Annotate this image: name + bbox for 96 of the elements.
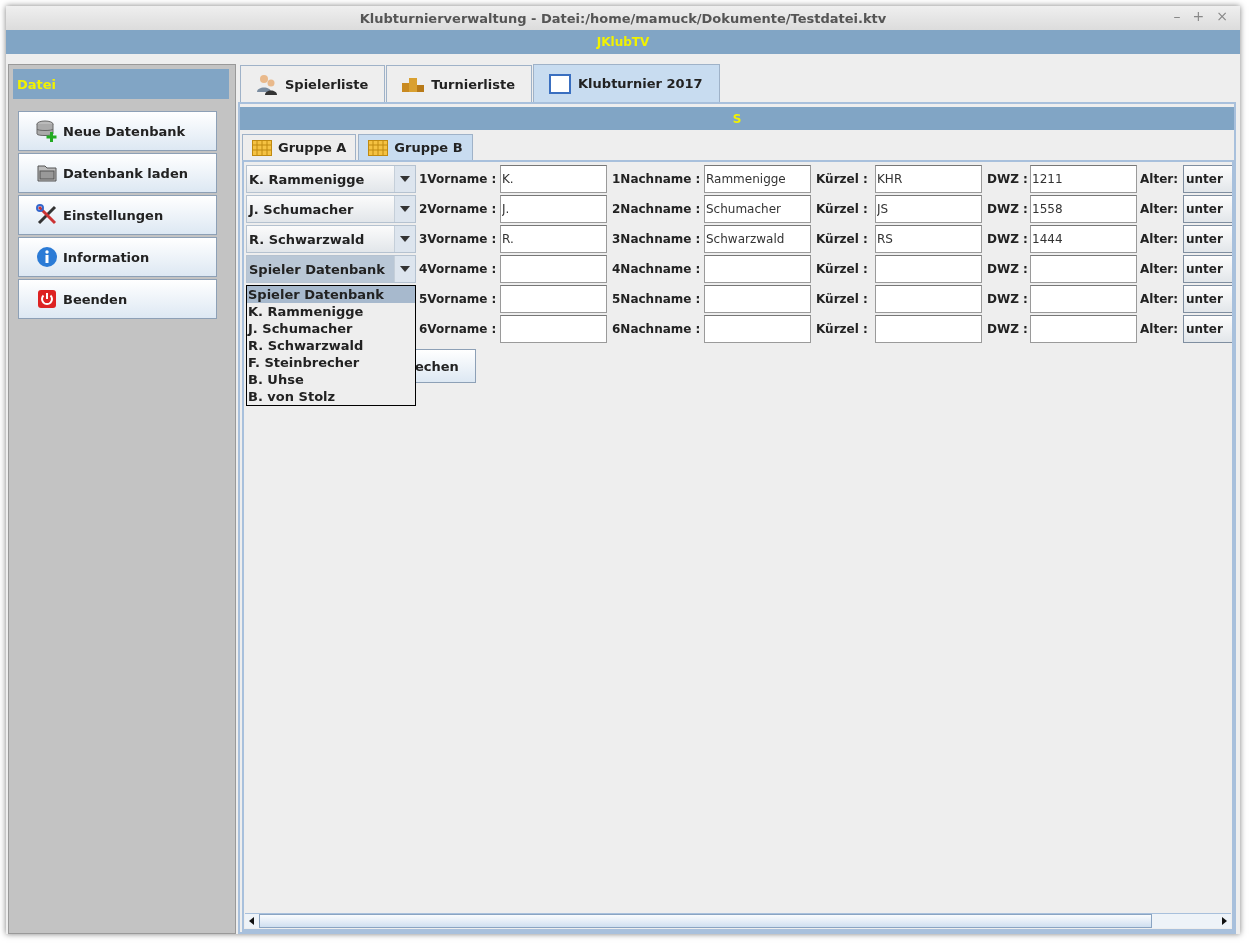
sidebar-button[interactable]: Information — [18, 237, 217, 277]
dropdown-option[interactable]: K. Rammenigge — [247, 303, 415, 320]
input-field[interactable] — [704, 285, 811, 313]
input-field[interactable]: Rammenigge — [704, 165, 811, 193]
tab[interactable]: Gruppe A — [242, 134, 357, 160]
field-label: DWZ : — [986, 262, 1029, 276]
field-label: DWZ : — [986, 292, 1029, 306]
input-field[interactable] — [875, 255, 982, 283]
field-label: 4Nachname : — [611, 262, 702, 276]
input-field[interactable]: KHR — [875, 165, 982, 193]
field-label: DWZ : — [986, 232, 1029, 246]
player-dropdown[interactable]: J. Schumacher — [246, 195, 416, 223]
caret-icon — [400, 176, 410, 182]
window-icon — [548, 71, 573, 96]
dropdown-option[interactable]: J. Schumacher — [247, 320, 415, 337]
input-field[interactable] — [1030, 255, 1137, 283]
scroll-thumb[interactable] — [259, 914, 1152, 928]
input-field[interactable]: 1444 — [1030, 225, 1137, 253]
field-label: DWZ : — [986, 172, 1029, 186]
field-label: 3Nachname : — [611, 232, 702, 246]
info-icon — [35, 245, 59, 269]
input-field[interactable] — [704, 255, 811, 283]
caret-icon — [400, 266, 410, 272]
field-label: 4Vorname : — [418, 262, 498, 276]
input-field[interactable]: 1558 — [1030, 195, 1137, 223]
dropdown-option[interactable]: Spieler Datenbank — [247, 286, 415, 303]
field-label: Kürzel : — [815, 172, 869, 186]
age-button[interactable]: unter — [1183, 285, 1232, 313]
field-label: 3Vorname : — [418, 232, 498, 246]
player-dropdown[interactable]: Spieler Datenbank — [246, 255, 416, 283]
field-label: 5Nachname : — [611, 292, 702, 306]
sidebar-button[interactable]: Datenbank laden — [18, 153, 217, 193]
tab[interactable]: Turnierliste — [386, 65, 533, 102]
horizontal-scrollbar[interactable] — [245, 913, 1231, 928]
input-field[interactable] — [1030, 315, 1137, 343]
field-label: Alter: — [1139, 232, 1179, 246]
tab[interactable]: Klubturnier 2017 — [533, 64, 720, 102]
sidebar-header: Datei — [13, 69, 229, 99]
input-field[interactable] — [875, 315, 982, 343]
age-button[interactable]: unter — [1183, 225, 1232, 253]
grid-icon — [252, 139, 272, 156]
field-label: Alter: — [1139, 202, 1179, 216]
input-field[interactable] — [1030, 285, 1137, 313]
input-field[interactable] — [500, 285, 607, 313]
field-label: Alter: — [1139, 322, 1179, 336]
sidebar-button[interactable]: Neue Datenbank — [18, 111, 217, 151]
field-label: Kürzel : — [815, 202, 869, 216]
input-field[interactable] — [875, 285, 982, 313]
input-field[interactable]: R. — [500, 225, 607, 253]
age-button[interactable]: unter — [1183, 315, 1232, 343]
tab[interactable]: Spielerliste — [240, 65, 386, 102]
field-label: DWZ : — [986, 202, 1029, 216]
caret-icon — [400, 236, 410, 242]
input-field[interactable]: 1211 — [1030, 165, 1137, 193]
people-icon — [255, 72, 279, 96]
input-field[interactable]: JS — [875, 195, 982, 223]
input-field[interactable]: RS — [875, 225, 982, 253]
input-field[interactable] — [500, 255, 607, 283]
field-label: Kürzel : — [815, 322, 869, 336]
age-button[interactable]: unter — [1183, 195, 1232, 223]
tab[interactable]: Gruppe B — [358, 134, 473, 160]
field-label: DWZ : — [986, 322, 1029, 336]
input-field[interactable]: J. — [500, 195, 607, 223]
player-dropdown[interactable]: R. Schwarzwald — [246, 225, 416, 253]
section-banner: S — [240, 107, 1234, 130]
caret-icon — [400, 206, 410, 212]
age-button[interactable]: unter — [1183, 165, 1232, 193]
input-field[interactable] — [500, 315, 607, 343]
field-label: Kürzel : — [815, 262, 869, 276]
field-label: Kürzel : — [815, 292, 869, 306]
database-plus-icon — [35, 119, 59, 143]
window-title: Klubturnierverwaltung - Datei:/home/mamuck/Dokumente/Testdatei.ktv — [359, 10, 887, 26]
field-label: 2Vorname : — [418, 202, 498, 216]
field-label: Alter: — [1139, 262, 1179, 276]
sidebar-button[interactable]: Beenden — [18, 279, 217, 319]
power-icon — [35, 287, 59, 311]
field-label: Kürzel : — [815, 232, 869, 246]
player-dropdown[interactable]: K. Rammenigge — [246, 165, 416, 193]
tools-icon — [35, 203, 59, 227]
age-button[interactable]: unter — [1183, 255, 1232, 283]
field-label: 1Vorname : — [418, 172, 498, 186]
field-label: Alter: — [1139, 172, 1179, 186]
dropdown-option[interactable]: B. von Stolz — [247, 388, 415, 405]
input-field[interactable]: Schwarzwald — [704, 225, 811, 253]
app-banner: JKlubTV — [6, 30, 1240, 54]
field-label: 6Vorname : — [418, 322, 498, 336]
field-label: 5Vorname : — [418, 292, 498, 306]
field-label: 1Nachname : — [611, 172, 702, 186]
grid-icon — [368, 139, 389, 156]
input-field[interactable]: Schumacher — [704, 195, 811, 223]
field-label: Alter: — [1139, 292, 1179, 306]
input-field[interactable]: K. — [500, 165, 607, 193]
field-label: 6Nachname : — [611, 322, 702, 336]
sidebar-button[interactable]: Einstellungen — [18, 195, 217, 235]
field-label: 2Nachname : — [611, 202, 702, 216]
input-field[interactable] — [704, 315, 811, 343]
